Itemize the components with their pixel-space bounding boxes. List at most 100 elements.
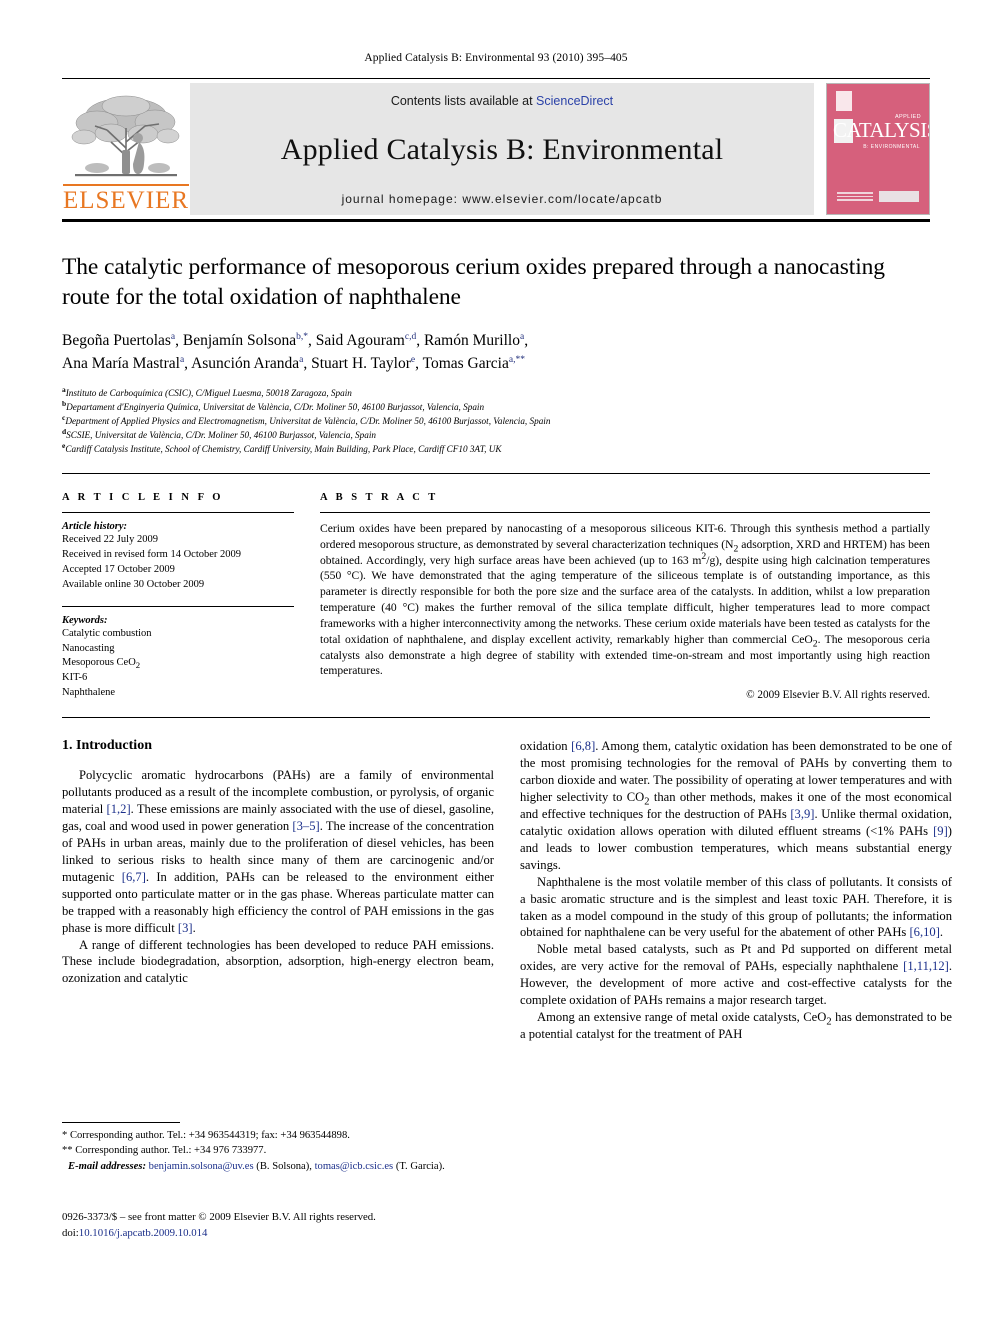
title-block: The catalytic performance of mesoporous … bbox=[62, 252, 930, 457]
affiliation-text: Cardiff Catalysis Institute, School of C… bbox=[65, 444, 502, 455]
affiliation-list: aInstituto de Carboquímica (CSIC), C/Mig… bbox=[62, 386, 930, 457]
affiliation-item: cDepartment of Applied Physics and Elect… bbox=[62, 414, 930, 429]
title-bottom-rule bbox=[62, 473, 930, 475]
author-name: Begoña Puertolas bbox=[62, 332, 171, 350]
contents-available-line: Contents lists available at ScienceDirec… bbox=[391, 94, 613, 108]
journal-cover-thumbnail[interactable]: APPLIED CATALYSIS B: ENVIRONMENTAL bbox=[826, 83, 930, 215]
affiliation-text: Departament d'Enginyeria Química, Univer… bbox=[66, 402, 485, 413]
affiliation-item: dSCSIE, Universitat de València, C/Dr. M… bbox=[62, 428, 930, 443]
affiliation-item: eCardiff Catalysis Institute, School of … bbox=[62, 442, 930, 457]
keyword-item: Mesoporous CeO2 bbox=[62, 657, 141, 671]
body-columns: 1. Introduction Polycyclic aromatic hydr… bbox=[62, 738, 952, 1043]
author-name: Stuart H. Taylor bbox=[311, 354, 411, 372]
article-history-label: Article history: bbox=[62, 521, 128, 533]
abstract-rule bbox=[320, 512, 930, 514]
author-line-1: Begoña Puertolasa, Benjamín Solsonab,*, … bbox=[62, 332, 529, 350]
email-owner-garcia: (T. Garcia). bbox=[395, 1160, 445, 1172]
footnote-rule bbox=[62, 1122, 180, 1123]
journal-homepage-link[interactable]: journal homepage: www.elsevier.com/locat… bbox=[342, 192, 663, 206]
abstract-bottom-rule bbox=[62, 717, 930, 719]
article-history-item: Accepted 17 October 2009 bbox=[62, 563, 175, 575]
doi-line: doi:10.1016/j.apcatb.2009.10.014 bbox=[62, 1226, 502, 1242]
abstract-copyright: © 2009 Elsevier B.V. All rights reserved… bbox=[746, 689, 930, 702]
elsevier-tree-icon bbox=[71, 95, 180, 177]
article-history-item: Available online 30 October 2009 bbox=[62, 578, 205, 590]
keywords-label: Keywords: bbox=[62, 614, 108, 626]
email-addresses-label: E-mail addresses: bbox=[68, 1160, 146, 1172]
elsevier-logo: ELSEVIER bbox=[62, 83, 190, 215]
author-name: Benjamín Solsona bbox=[182, 332, 297, 350]
author-affil-mark: b,* bbox=[296, 332, 308, 342]
running-head: Applied Catalysis B: Environmental 93 (2… bbox=[364, 52, 628, 64]
keyword-item: Catalytic combustion bbox=[62, 627, 152, 639]
body-column-right: oxidation [6,8]. Among them, catalytic o… bbox=[520, 738, 952, 1043]
article-info-heading: A R T I C L E I N F O bbox=[62, 492, 224, 504]
affiliation-text: SCSIE, Universitat de València, C/Dr. Mo… bbox=[66, 430, 376, 441]
cover-footer-right bbox=[879, 191, 919, 202]
paragraph: Naphthalene is the most volatile member … bbox=[520, 874, 952, 940]
abstract-column: A B S T R A C T Cerium oxides have been … bbox=[320, 492, 930, 701]
issn-line: 0926-3373/$ – see front matter © 2009 El… bbox=[62, 1211, 376, 1223]
page-title: The catalytic performance of mesoporous … bbox=[62, 254, 885, 311]
author-name: Ana María Mastral bbox=[62, 354, 180, 372]
article-info-column: A R T I C L E I N F O Article history: R… bbox=[62, 492, 294, 701]
journal-title: Applied Catalysis B: Environmental bbox=[280, 133, 724, 166]
keyword-item: Naphthalene bbox=[62, 687, 116, 699]
affiliation-text: Instituto de Carboquímica (CSIC), C/Migu… bbox=[65, 388, 352, 399]
author-affil-mark: a bbox=[519, 332, 525, 342]
author-affil-mark: a,** bbox=[508, 354, 525, 365]
email-owner-solsona: (B. Solsona), bbox=[256, 1160, 312, 1172]
author-affil-mark: a bbox=[299, 354, 304, 365]
elsevier-wordmark: ELSEVIER bbox=[62, 184, 190, 213]
body-column-left: 1. Introduction Polycyclic aromatic hydr… bbox=[62, 738, 494, 1043]
keyword-item: Nanocasting bbox=[62, 642, 115, 654]
cover-catalysis-label: CATALYSIS bbox=[833, 118, 930, 142]
affiliation-item: bDepartament d'Enginyeria Química, Unive… bbox=[62, 400, 930, 415]
email-link-solsona[interactable]: benjamin.solsona@uv.es bbox=[149, 1161, 254, 1172]
author-name: Ramón Murillo bbox=[423, 332, 520, 350]
cover-footer-left bbox=[837, 192, 873, 202]
author-affil-mark: c,d bbox=[404, 332, 417, 342]
paragraph: A range of different technologies has be… bbox=[62, 937, 494, 986]
paragraph: oxidation [6,8]. Among them, catalytic o… bbox=[520, 739, 952, 872]
doi-link[interactable]: 10.1016/j.apcatb.2009.10.014 bbox=[79, 1227, 208, 1239]
article-info-rule bbox=[62, 512, 294, 514]
article-history-item: Received in revised form 14 October 2009 bbox=[62, 548, 242, 560]
author-name: Tomas Garcia bbox=[422, 354, 509, 372]
author-affil-mark: a bbox=[170, 332, 176, 342]
author-line-2: Ana María Mastrala, Asunción Arandaa, St… bbox=[62, 354, 525, 372]
keywords-rule bbox=[62, 605, 294, 607]
author-name: Said Agouram bbox=[315, 332, 405, 350]
journal-masthead: ELSEVIER Contents lists available at Sci… bbox=[62, 78, 930, 215]
footer-block: 0926-3373/$ – see front matter © 2009 El… bbox=[62, 1210, 502, 1241]
section-title-introduction: 1. Introduction bbox=[62, 738, 152, 754]
sciencedirect-link[interactable]: ScienceDirect bbox=[536, 94, 613, 108]
masthead-center: Contents lists available at ScienceDirec… bbox=[190, 83, 814, 215]
paragraph: Among an extensive range of metal oxide … bbox=[520, 1010, 952, 1042]
paragraph: Noble metal based catalysts, such as Pt … bbox=[520, 942, 952, 1008]
cover-elsevier-mark bbox=[836, 91, 852, 111]
abstract-heading: A B S T R A C T bbox=[320, 492, 439, 504]
author-affil-mark: a bbox=[179, 354, 185, 365]
keyword-item: KIT-6 bbox=[62, 672, 88, 684]
author-affil-mark: e bbox=[410, 354, 416, 365]
contents-prefix: Contents lists available at bbox=[390, 94, 537, 108]
email-link-garcia[interactable]: tomas@icb.csic.es bbox=[315, 1161, 394, 1172]
abstract-text: Cerium oxides have been prepared by nano… bbox=[320, 522, 930, 678]
paragraph: Polycyclic aromatic hydrocarbons (PAHs) … bbox=[62, 768, 495, 935]
footnote-emails: E-mail addresses: benjamin.solsona@uv.es… bbox=[62, 1159, 494, 1174]
masthead-bottom-rule bbox=[62, 219, 930, 222]
article-page: Applied Catalysis B: Environmental 93 (2… bbox=[0, 0, 992, 1323]
doi-label: doi: bbox=[62, 1226, 79, 1239]
cover-subtitle-label: B: ENVIRONMENTAL bbox=[863, 144, 920, 150]
footnote-corresponding-1: * Corresponding author. Tel.: +34 963544… bbox=[62, 1130, 350, 1141]
cover-image: APPLIED CATALYSIS B: ENVIRONMENTAL bbox=[826, 83, 930, 215]
info-abstract-section: A R T I C L E I N F O Article history: R… bbox=[62, 492, 930, 701]
affiliation-item: aInstituto de Carboquímica (CSIC), C/Mig… bbox=[62, 386, 930, 401]
footnote-corresponding-2: ** Corresponding author. Tel.: +34 976 7… bbox=[62, 1145, 267, 1157]
author-name: Asunción Aranda bbox=[191, 354, 300, 372]
affiliation-text: Department of Applied Physics and Electr… bbox=[65, 416, 551, 427]
article-history-item: Received 22 July 2009 bbox=[62, 534, 158, 546]
footnote-block: * Corresponding author. Tel.: +34 963544… bbox=[62, 1122, 494, 1174]
author-list: Begoña Puertolasa, Benjamín Solsonab,*, … bbox=[62, 330, 930, 375]
